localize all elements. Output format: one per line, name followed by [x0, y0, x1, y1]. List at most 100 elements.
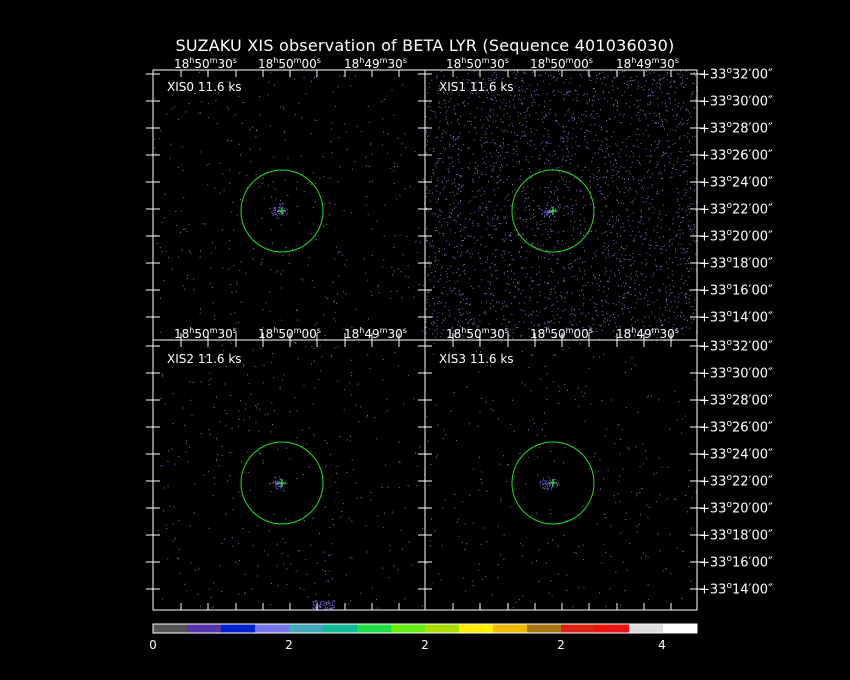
event-dot [314, 601, 316, 603]
event-dot [319, 605, 321, 607]
dec-tick-label: +33o14′00″ [699, 309, 773, 326]
dec-tick-label: +33o26′00″ [699, 419, 773, 436]
ra-tick-label: 18h50m30s [446, 326, 509, 341]
event-dot [325, 602, 326, 604]
event-dot [333, 606, 335, 608]
colorbar-segment [187, 624, 222, 633]
dec-tick-label: +33o30′00″ [699, 93, 773, 110]
dec-tick-label: +33o20′00″ [699, 500, 773, 517]
dec-tick-label: +33o16′00″ [699, 554, 773, 571]
event-dot [313, 608, 315, 610]
event-dot [322, 604, 324, 606]
event-dot [331, 605, 333, 607]
dec-tick-label: +33o22′00″ [699, 473, 773, 490]
colorbar-segment [595, 624, 630, 633]
event-dot [312, 604, 314, 606]
event-dot [317, 601, 319, 603]
colorbar-segment [561, 624, 596, 633]
event-dot [326, 604, 328, 605]
colorbar-segment [629, 624, 664, 633]
panel-label: XIS3 11.6 ks [439, 352, 514, 366]
panel-label: XIS0 11.6 ks [167, 80, 242, 94]
ra-tick-label: 18h50m30s [174, 326, 237, 341]
colorbar-tick-label: 0 [149, 638, 157, 652]
colorbar-segment [323, 624, 358, 633]
dec-tick-label: +33o18′00″ [699, 527, 773, 544]
panel-label: XIS1 11.6 ks [439, 80, 514, 94]
colorbar-segment [391, 624, 426, 633]
dec-tick-label: +33o30′00″ [699, 365, 773, 382]
dec-tick-label: +33o22′00″ [699, 201, 773, 218]
colorbar-segment [153, 624, 188, 633]
colorbar-tick-label: 4 [658, 638, 666, 652]
colorbar-tick-label: 2 [285, 638, 293, 652]
event-dot [320, 606, 322, 607]
colorbar-segment [459, 624, 494, 633]
ra-tick-label: 18h49m30s [344, 56, 407, 71]
event-dot [321, 601, 322, 603]
event-dot [319, 607, 321, 608]
ra-tick-label: 18h49m30s [616, 326, 679, 341]
dec-tick-label: +33o20′00″ [699, 228, 773, 245]
dec-tick-label: +33o32′00″ [699, 338, 773, 355]
xis-image-figure: SUZAKU XIS observation of BETA LYR (Sequ… [0, 0, 850, 680]
event-dot [329, 607, 331, 609]
event-dot [320, 603, 322, 605]
dec-tick-label: +33o28′00″ [699, 392, 773, 409]
ra-tick-label: 18h50m30s [446, 56, 509, 71]
colorbar-segment [663, 624, 698, 633]
event-dot [330, 608, 332, 610]
dec-tick-label: +33o18′00″ [699, 255, 773, 272]
colorbar-segment [255, 624, 290, 633]
ra-tick-label: 18h50m00s [258, 56, 321, 71]
colorbar-tick-label: 2 [421, 638, 429, 652]
event-scatter [425, 70, 698, 341]
event-dot [329, 603, 331, 605]
ra-tick-label: 18h49m30s [616, 56, 679, 71]
event-dot [332, 602, 333, 604]
event-dot [328, 608, 330, 610]
event-dot [315, 606, 317, 608]
event-dot [318, 605, 319, 607]
event-dot [329, 601, 330, 603]
event-dot [324, 608, 326, 610]
colorbar-segment [357, 624, 392, 633]
dec-tick-label: +33o24′00″ [699, 446, 773, 463]
event-dot [327, 607, 328, 609]
event-dot [327, 603, 329, 604]
colorbar-segment [425, 624, 460, 633]
event-dot [331, 607, 333, 609]
dec-tick-label: +33o28′00″ [699, 120, 773, 137]
ra-tick-label: 18h49m30s [344, 326, 407, 341]
event-dot [323, 601, 325, 603]
ra-tick-label: 18h50m00s [530, 56, 593, 71]
colorbar-segment [289, 624, 324, 633]
event-dot [325, 605, 326, 607]
ra-tick-label: 18h50m00s [530, 326, 593, 341]
dec-tick-label: +33o24′00″ [699, 174, 773, 191]
event-scatter [154, 71, 426, 340]
event-dot [314, 607, 316, 609]
event-dot [314, 600, 316, 602]
dec-tick-label: +33o32′00″ [699, 66, 773, 83]
panel-label: XIS2 11.6 ks [167, 352, 242, 366]
event-dot [333, 600, 335, 602]
event-dot [329, 604, 331, 606]
event-scatter [425, 341, 698, 611]
event-dot [332, 600, 334, 602]
dec-tick-label: +33o14′00″ [699, 581, 773, 598]
ra-tick-label: 18h50m30s [174, 56, 237, 71]
event-dot [312, 607, 314, 609]
colorbar-segment [493, 624, 528, 633]
event-scatter [153, 340, 425, 609]
event-dot [333, 605, 335, 607]
dec-tick-label: +33o16′00″ [699, 282, 773, 299]
event-dot [328, 600, 329, 602]
ra-tick-label: 18h50m00s [258, 326, 321, 341]
event-dot [312, 601, 314, 603]
event-dot [328, 605, 330, 607]
colorbar-tick-label: 2 [557, 638, 565, 652]
event-dot [315, 600, 317, 602]
event-dot [325, 607, 326, 609]
event-dot [326, 601, 328, 603]
